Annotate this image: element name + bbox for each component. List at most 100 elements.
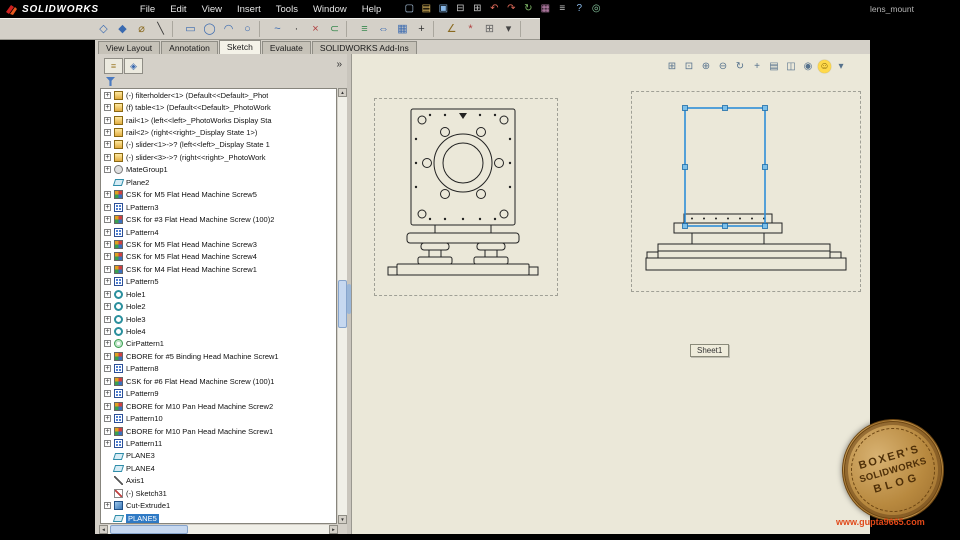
move-entities-icon[interactable]: + (413, 21, 434, 37)
expand-icon[interactable]: + (104, 365, 111, 373)
repair-sketch-icon[interactable]: * (462, 21, 479, 37)
expand-icon[interactable]: + (104, 290, 111, 298)
tree-item[interactable]: + rail<2> (right<<right>_Display State 1>… (101, 126, 336, 138)
tree-item[interactable]: + Hole3 (101, 313, 336, 325)
line-icon[interactable]: ╲ (152, 21, 173, 37)
help-icon[interactable]: ? (572, 2, 586, 16)
arc-icon[interactable]: ◠ (220, 21, 237, 37)
tree-item[interactable]: + MateGroup1 (101, 164, 336, 176)
rotate-view-icon[interactable]: ↻ (733, 60, 747, 73)
tree-item[interactable]: (-) Sketch31 (101, 487, 336, 499)
tree-item[interactable]: + CBORE for M10 Pan Head Machine Screw2 (101, 400, 336, 412)
panel-overflow-chevron[interactable]: » (336, 59, 342, 70)
expand-icon[interactable]: + (104, 402, 111, 410)
menu-insert[interactable]: Insert (230, 2, 268, 17)
grid-icon[interactable]: ⊞ (481, 21, 498, 37)
tree-item[interactable]: + CSK for #3 Flat Head Machine Screw (100… (101, 213, 336, 225)
featuremanager-tree-tab[interactable]: ≡ (104, 58, 123, 74)
tab-annotation[interactable]: Annotation (161, 41, 218, 54)
scroll-down-icon[interactable]: ▼ (338, 515, 347, 524)
expand-icon[interactable]: + (104, 129, 111, 137)
scroll-left-icon[interactable]: ◄ (99, 525, 108, 534)
tree-item[interactable]: + Cut-Extrude1 (101, 499, 336, 511)
drawing-view-front[interactable] (374, 98, 558, 296)
tab-sketch[interactable]: Sketch (218, 40, 261, 54)
web-icon[interactable]: ◎ (589, 2, 603, 16)
print-icon[interactable]: ⊟ (453, 2, 467, 16)
mirror-icon[interactable]: ⇔ (375, 21, 392, 37)
tab-evaluate[interactable]: Evaluate (261, 41, 311, 54)
offset-entities-icon[interactable]: ≡ (356, 21, 373, 37)
open-icon[interactable]: ▤ (419, 2, 433, 16)
hide-show-icon[interactable]: ◉ (801, 60, 815, 73)
tree-item[interactable]: + (-) filterholder<1> (Default<<Default>_… (101, 89, 336, 101)
tree-item[interactable]: + (-) slider<1>->? (left<<left>_Display S… (101, 139, 336, 151)
expand-icon[interactable]: + (104, 427, 111, 435)
tree-item[interactable]: + LPattern4 (101, 226, 336, 238)
sketch-handles[interactable] (682, 105, 768, 229)
expand-icon[interactable]: + (104, 116, 111, 124)
horizontal-scroll-thumb[interactable] (110, 525, 188, 534)
expand-icon[interactable]: + (104, 216, 111, 224)
smart-dimension-icon[interactable]: ⌀ (133, 21, 150, 37)
undo-icon[interactable]: ↶ (487, 2, 501, 16)
sheet-label[interactable]: Sheet1 (690, 344, 730, 357)
expand-icon[interactable]: + (104, 141, 111, 149)
spline-icon[interactable]: ~ (269, 21, 286, 37)
expand-icon[interactable]: + (104, 315, 111, 323)
trim-icon[interactable]: × (307, 21, 324, 37)
expand-icon[interactable]: + (104, 415, 111, 423)
selected-sketch-rectangle[interactable] (684, 107, 766, 227)
expand-icon[interactable]: + (104, 265, 111, 273)
expand-icon[interactable]: + (104, 303, 111, 311)
expand-icon[interactable]: + (104, 377, 111, 385)
drawing-canvas[interactable]: ⊞ ⊡ ⊕ ⊖ ↻ + ▤ ◫ ◉ ☺ ▾ Sheet1 (351, 54, 870, 534)
expand-icon[interactable]: + (104, 328, 111, 336)
tree-item[interactable]: + LPattern8 (101, 363, 336, 375)
tree-item[interactable]: + Hole4 (101, 325, 336, 337)
expand-icon[interactable]: + (104, 340, 111, 348)
expand-icon[interactable]: + (104, 240, 111, 248)
collapse-icon[interactable]: ▾ (834, 60, 848, 73)
tree-item[interactable]: + CSK for M5 Flat Head Machine Screw3 (101, 238, 336, 250)
expand-icon[interactable]: + (104, 191, 111, 199)
save-icon[interactable]: ▣ (436, 2, 450, 16)
zoom-in-icon[interactable]: ⊕ (699, 60, 713, 73)
tree-item[interactable]: Plane2 (101, 176, 336, 188)
sketch-icon[interactable]: ◆ (114, 21, 131, 37)
expand-icon[interactable]: + (104, 104, 111, 112)
drawing-view-side[interactable] (631, 91, 861, 292)
expand-icon[interactable]: + (104, 352, 111, 360)
tree-item[interactable]: PLANE4 (101, 462, 336, 474)
redo-icon[interactable]: ↷ (504, 2, 518, 16)
expand-icon[interactable]: + (104, 390, 111, 398)
tree-item[interactable]: + (-) slider<3>->? (right<<right>_PhotoWo… (101, 151, 336, 163)
tab-solidworks-add-ins[interactable]: SOLIDWORKS Add-Ins (311, 41, 417, 54)
tree-item[interactable]: PLANE5 (101, 512, 336, 523)
tree-item[interactable]: + CBORE for M10 Pan Head Machine Screw1 (101, 425, 336, 437)
tree-item[interactable]: + Hole2 (101, 300, 336, 312)
circle-icon[interactable]: ◯ (201, 21, 218, 37)
tree-item[interactable]: + (f) table<1> (Default<<Default>_PhotoWo… (101, 101, 336, 113)
tree-item[interactable]: + LPattern11 (101, 437, 336, 449)
rectangle-icon[interactable]: ▭ (182, 21, 199, 37)
scroll-right-icon[interactable]: ► (329, 525, 338, 534)
tree-item[interactable]: PLANE3 (101, 450, 336, 462)
display-style-icon[interactable]: ◫ (784, 60, 798, 73)
menu-edit[interactable]: Edit (163, 2, 193, 17)
tab-view-layout[interactable]: View Layout (98, 41, 161, 54)
scroll-up-icon[interactable]: ▲ (338, 88, 347, 97)
tree-item[interactable]: + rail<1> (left<<left>_PhotoWorks Display… (101, 114, 336, 126)
expand-icon[interactable]: + (104, 203, 111, 211)
options-icon[interactable]: ≡ (555, 2, 569, 16)
expand-icon[interactable]: + (104, 153, 111, 161)
menu-window[interactable]: Window (306, 2, 354, 17)
ellipse-icon[interactable]: ○ (239, 21, 260, 37)
tree-item[interactable]: + CBORE for #5 Binding Head Machine Screw… (101, 350, 336, 362)
filter-funnel-icon[interactable] (106, 77, 115, 86)
point-icon[interactable]: · (288, 21, 305, 37)
dropdown-icon[interactable]: ▾ (500, 21, 521, 37)
tree-item[interactable]: + LPattern5 (101, 276, 336, 288)
expand-icon[interactable]: + (104, 439, 111, 447)
tree-item[interactable]: + Hole1 (101, 288, 336, 300)
